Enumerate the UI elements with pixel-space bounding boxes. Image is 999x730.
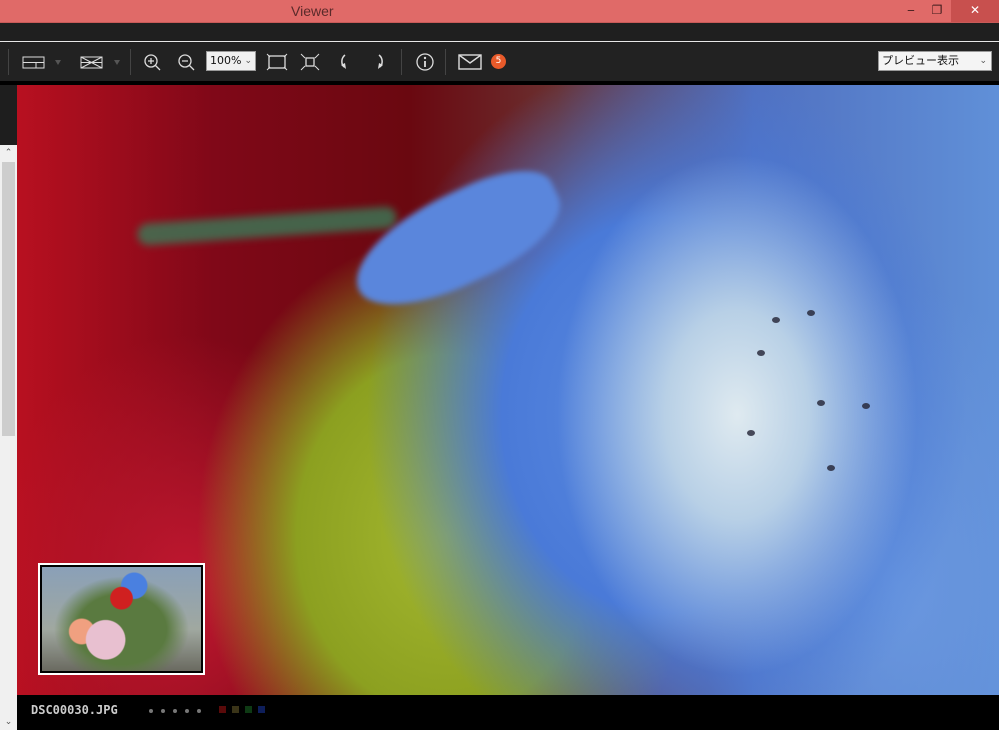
toolbar: 100% ⌄ 5 プレビュー表示 ⌄ — [0, 43, 999, 81]
mail-button[interactable] — [458, 51, 482, 73]
rating-dot[interactable] — [161, 709, 165, 713]
compare-button[interactable] — [80, 51, 122, 73]
image-detail — [817, 400, 825, 406]
color-label-red[interactable] — [219, 706, 226, 713]
view-mode-value: プレビュー表示 — [882, 54, 959, 67]
filename-label: DSC00030.JPG — [31, 703, 118, 717]
thumbnail-image — [42, 567, 201, 671]
view-mode-select[interactable]: プレビュー表示 ⌄ — [878, 51, 992, 71]
scroll-down-button[interactable]: ⌄ — [0, 714, 17, 730]
scrollbar-thumb[interactable] — [2, 162, 15, 436]
title-bar: Viewer ‒ ❐ ✕ — [0, 0, 999, 23]
separator — [130, 49, 131, 75]
vertical-scrollbar[interactable]: ⌃ ⌄ — [0, 145, 17, 730]
image-detail — [338, 152, 576, 328]
zoom-out-icon — [178, 54, 195, 71]
info-icon — [416, 53, 434, 71]
image-detail — [136, 205, 398, 247]
rating-dot[interactable] — [149, 709, 153, 713]
separator — [401, 49, 402, 75]
rating-dot[interactable] — [185, 709, 189, 713]
rotate-right-icon — [378, 54, 383, 69]
color-label-green[interactable] — [245, 706, 252, 713]
rotate-right-button[interactable] — [372, 51, 388, 73]
info-button[interactable] — [415, 51, 435, 73]
close-button[interactable]: ✕ — [951, 0, 999, 22]
separator — [8, 49, 9, 75]
zoom-in-button[interactable] — [142, 51, 162, 73]
zoom-in-icon — [144, 54, 161, 71]
chevron-down-icon: ⌄ — [979, 56, 987, 66]
rotate-left-icon — [341, 54, 346, 69]
color-label-blue[interactable] — [258, 706, 265, 713]
fit-screen-icon — [266, 53, 288, 71]
separator — [445, 49, 446, 75]
image-detail — [862, 403, 870, 409]
zoom-out-button[interactable] — [176, 51, 196, 73]
rating-dot[interactable] — [173, 709, 177, 713]
image-detail — [747, 430, 755, 436]
scroll-up-button[interactable]: ⌃ — [0, 145, 17, 161]
actual-size-icon — [300, 53, 320, 71]
actual-size-button[interactable] — [300, 51, 320, 73]
window-title: Viewer — [291, 3, 334, 19]
zoom-level-select[interactable]: 100% ⌄ — [206, 51, 256, 71]
mail-count-badge: 5 — [491, 54, 506, 69]
image-detail — [807, 310, 815, 316]
zoom-level-value: 100% — [210, 54, 242, 67]
color-label-yellow[interactable] — [232, 706, 239, 713]
navigator-thumbnail[interactable] — [38, 563, 205, 675]
mail-icon — [458, 54, 482, 70]
image-detail — [757, 350, 765, 356]
rating-dot[interactable] — [197, 709, 201, 713]
image-detail — [772, 317, 780, 323]
layout-icon — [22, 56, 61, 69]
fit-screen-button[interactable] — [266, 51, 288, 73]
rotate-left-button[interactable] — [336, 51, 352, 73]
chevron-down-icon: ⌄ — [244, 56, 252, 66]
compare-icon — [80, 56, 120, 69]
status-bar: DSC00030.JPG — [17, 695, 999, 730]
image-detail — [827, 465, 835, 471]
menu-bar — [0, 23, 999, 42]
layout-button[interactable] — [22, 51, 62, 73]
restore-button[interactable]: ❐ — [922, 0, 952, 22]
